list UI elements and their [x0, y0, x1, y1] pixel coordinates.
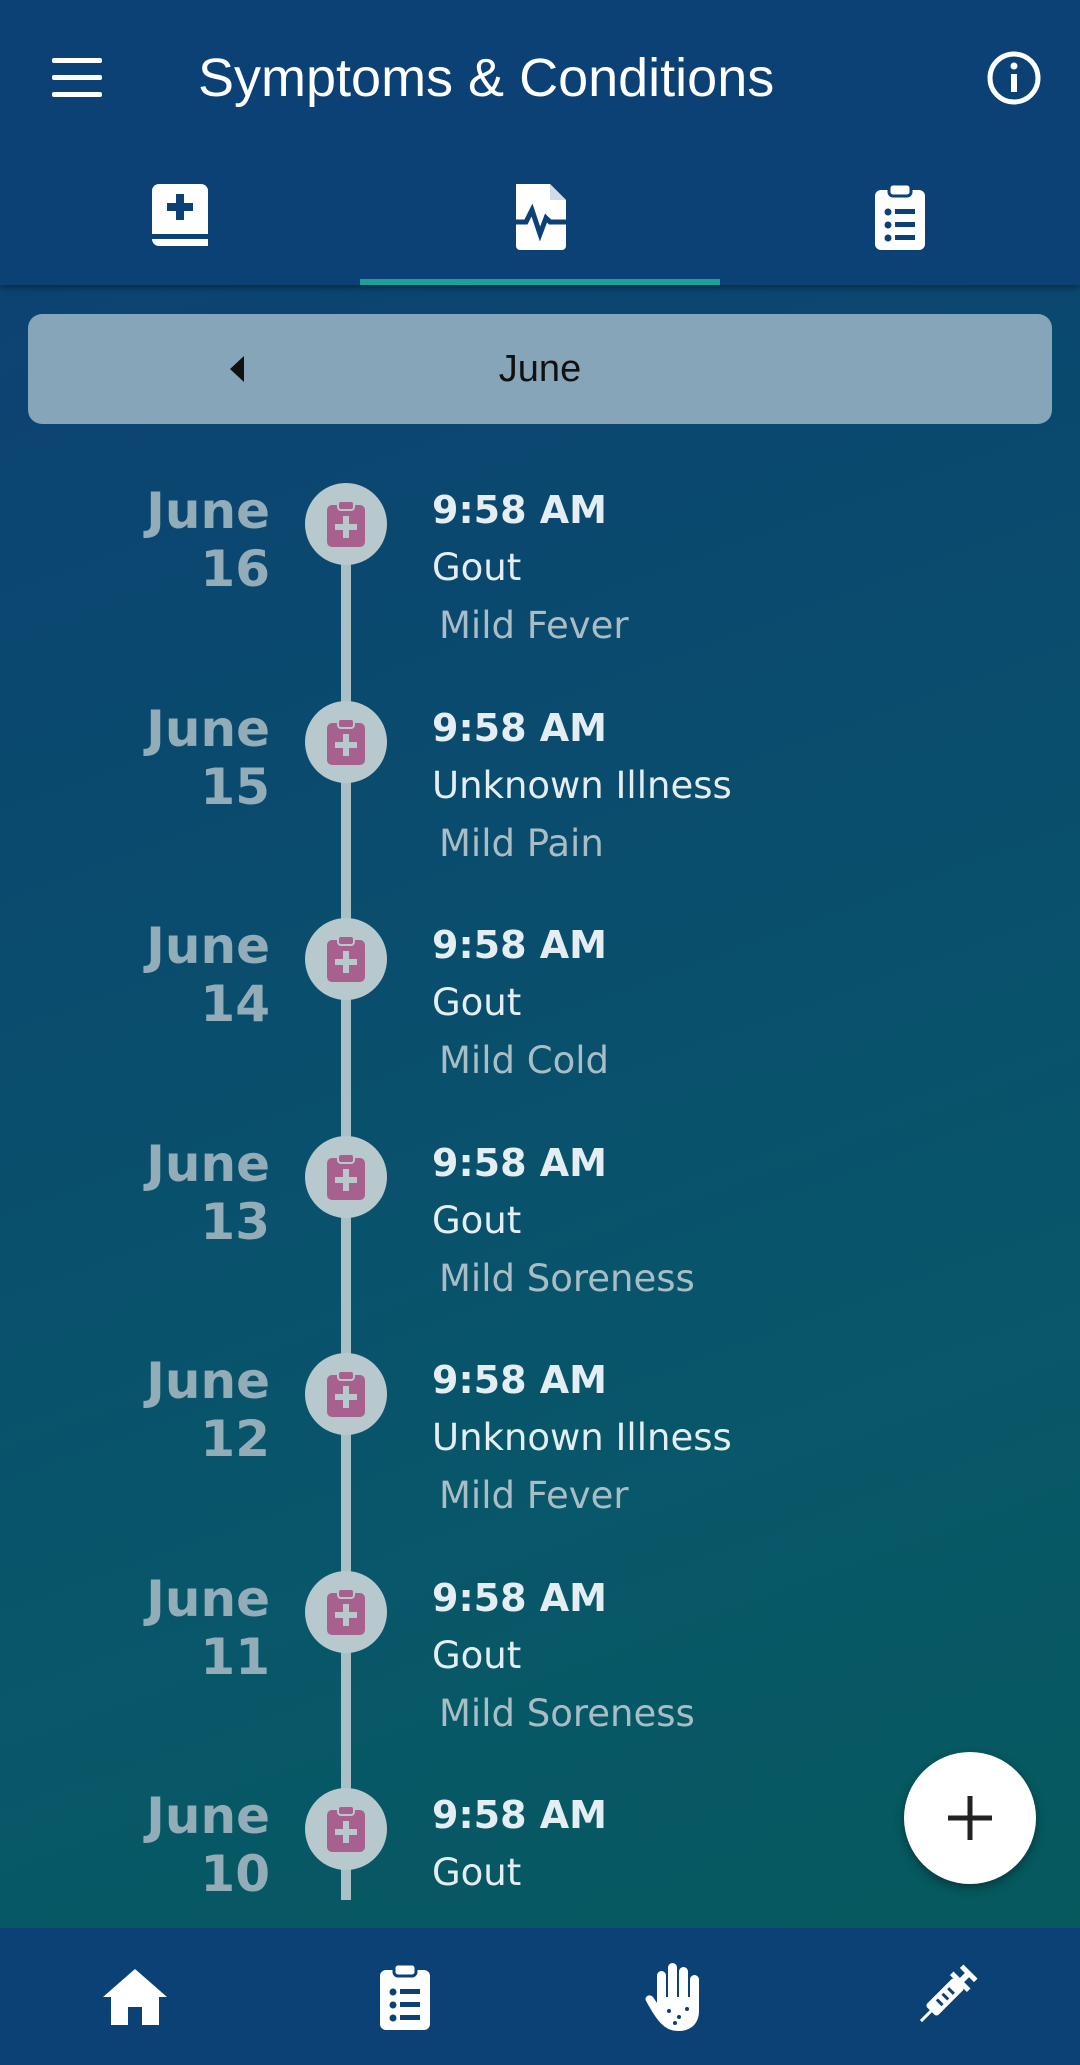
- timeline-entry[interactable]: June 11 9:58 AM Gout Mild Soreness: [0, 1508, 1080, 1735]
- page-title: Symptoms & Conditions: [198, 48, 775, 108]
- syringe-icon: [919, 1963, 978, 2022]
- entry-date: June 16: [146, 482, 270, 598]
- clipboard-list-icon: [875, 182, 925, 250]
- entry-date: June 13: [146, 1134, 270, 1251]
- entry-date: June 12: [146, 1352, 270, 1468]
- clipboard-medical-icon: [327, 1152, 365, 1200]
- timeline: June 16 9:58 AM Gout Mild Fever June 15 9:58 …: [0, 440, 1080, 1900]
- clipboard-medical-icon: [327, 1805, 365, 1852]
- clipboard-list-icon: [380, 1962, 430, 2030]
- caret-left-icon: [230, 356, 244, 382]
- entry-time: 9:58 AM: [432, 1358, 607, 1402]
- entry-node: [305, 1353, 387, 1435]
- entry-time: 9:58 AM: [432, 923, 607, 967]
- menu-icon[interactable]: [52, 58, 102, 98]
- clipboard-medical-icon: [327, 935, 365, 982]
- entry-time: 9:58 AM: [432, 488, 607, 532]
- previous-month-button[interactable]: [198, 314, 278, 424]
- entry-time: 9:58 AM: [432, 1140, 607, 1185]
- add-entry-button[interactable]: [904, 1752, 1036, 1884]
- timeline-entry[interactable]: June 13 9:58 AM Gout Mild Soreness: [0, 1073, 1080, 1300]
- entry-date: June 14: [146, 917, 270, 1033]
- entry-node: [305, 1135, 387, 1218]
- entry-time: 9:58 AM: [432, 1793, 607, 1837]
- clipboard-medical-icon: [327, 717, 365, 765]
- entry-time: 9:58 AM: [432, 705, 607, 750]
- entry-date: June 15: [146, 699, 270, 816]
- entry-date: June 10: [146, 1787, 270, 1900]
- plus-icon: [948, 1796, 992, 1840]
- tab-symptoms[interactable]: [360, 160, 720, 285]
- entry-node: [305, 1570, 387, 1653]
- timeline-entry[interactable]: June 14 9:58 AM Gout Mild Cold: [0, 855, 1080, 1082]
- app-bar: Symptoms & Conditions: [0, 0, 1080, 285]
- hand-icon: [645, 1962, 699, 2031]
- nav-skin[interactable]: [540, 1928, 810, 2065]
- clipboard-medical-icon: [327, 500, 365, 547]
- entry-node: [305, 483, 387, 565]
- clipboard-medical-icon: [327, 1370, 365, 1417]
- entry-node: [305, 700, 387, 783]
- entry-condition: Unknown Illness: [432, 1416, 732, 1459]
- entry-condition: Gout: [432, 546, 522, 589]
- entry-node: [305, 918, 387, 1000]
- timeline-entry[interactable]: June 12 9:58 AM Unknown Illness Mild Fever: [0, 1290, 1080, 1517]
- entry-condition: Unknown Illness: [432, 763, 732, 807]
- tab-indicator: [360, 279, 720, 285]
- medical-book-icon: [152, 184, 208, 246]
- clipboard-medical-icon: [327, 1587, 365, 1635]
- month-label: June: [498, 348, 582, 390]
- nav-vaccines[interactable]: [810, 1928, 1080, 2065]
- month-selector: June: [28, 314, 1052, 424]
- entry-condition: Gout: [432, 981, 522, 1024]
- entry-condition: Gout: [432, 1198, 522, 1242]
- tab-medical-records[interactable]: [0, 160, 360, 285]
- timeline-entry[interactable]: June 16 9:58 AM Gout Mild Fever: [0, 440, 1080, 647]
- entry-condition: Gout: [432, 1851, 522, 1894]
- entry-date: June 11: [146, 1569, 270, 1686]
- file-pulse-icon: [510, 184, 570, 250]
- entry-time: 9:58 AM: [432, 1575, 607, 1620]
- entry-condition: Gout: [432, 1633, 522, 1677]
- tab-checklist[interactable]: [720, 160, 1080, 285]
- timeline-entry[interactable]: June 15 9:58 AM Unknown Illness Mild Pain: [0, 638, 1080, 865]
- entry-node: [305, 1788, 387, 1870]
- tab-bar: [0, 160, 1080, 285]
- home-icon: [103, 1968, 167, 2025]
- bottom-navigation: [0, 1928, 1080, 2065]
- nav-records[interactable]: [270, 1928, 540, 2065]
- nav-home[interactable]: [0, 1928, 270, 2065]
- info-icon[interactable]: [986, 50, 1042, 106]
